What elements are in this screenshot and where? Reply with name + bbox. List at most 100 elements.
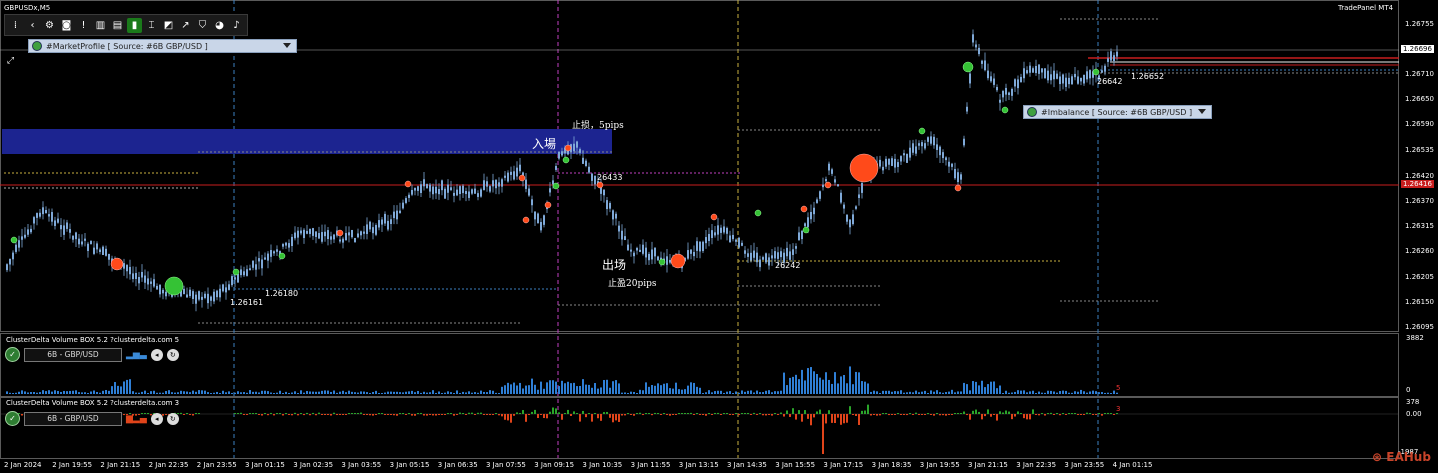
zoom-icon[interactable]: ◩ [161,18,176,33]
candle-body [165,291,167,297]
x-tick: 3 Jan 10:35 [582,461,623,469]
candle-body [825,179,827,182]
x-tick: 3 Jan 06:35 [437,461,478,469]
refresh-icon[interactable]: ↻ [166,348,179,361]
x-tick: 3 Jan 01:15 [245,461,285,469]
camera-icon[interactable]: ◙ [59,18,74,33]
candle-body [765,253,767,263]
candle-body [699,241,701,252]
x-tick: 3 Jan 13:15 [678,461,719,469]
candle-body [384,213,386,224]
candle-body [207,293,209,304]
candle-body [1029,65,1031,73]
candle-body [1113,55,1115,61]
candle-body [258,258,260,262]
candle-body [1065,77,1067,87]
volume-axis-bottom: 0 [1406,386,1411,394]
candle-body [879,159,881,167]
delta-subwindow[interactable] [0,397,1399,459]
candle-body [84,238,86,241]
trend-icon[interactable]: ↗ [178,18,193,33]
volume-subwindow[interactable] [0,333,1399,397]
candle-body [504,175,506,178]
gear-icon[interactable]: ⚙ [42,18,57,33]
candle-body [219,288,221,298]
buy-signal-dot [962,61,974,73]
current-price-tag: 1.26696 [1401,45,1434,53]
candle-body [777,252,779,259]
candle-body [987,70,989,79]
check-icon[interactable]: ✓ [5,347,20,362]
candle-body [903,153,905,156]
candle-body [1086,71,1088,80]
bell-icon[interactable]: ♪ [229,18,244,33]
candle-body [237,273,239,283]
candle-body [495,179,497,189]
grip-icon[interactable]: ⁞ [8,18,23,33]
candle-body [309,228,311,234]
candle-body [153,279,155,287]
imbalance-combo[interactable]: #Imbalance [ Source: #6B GBP/USD ] [1023,105,1212,119]
delta-subwindow-title: ClusterDelta Volume BOX 5.2 ?clusterdelt… [6,399,180,407]
candle-body [843,204,845,209]
sound-icon[interactable]: ◂ [150,348,163,361]
list-icon[interactable]: ▤ [110,18,125,33]
sell-signal-dot [110,257,124,271]
bar-chart-icon[interactable]: ▥ [93,18,108,33]
candle-body [924,143,926,149]
refresh-icon[interactable]: ↻ [166,412,179,425]
info-icon[interactable]: ! [76,18,91,33]
candle-body [1008,92,1010,96]
candle-body [1083,74,1085,84]
imbalance-label: #Imbalance [ Source: #6B GBP/USD ] [1041,107,1193,117]
candle-body [990,76,992,82]
candle-body [1074,73,1076,78]
market-profile-combo[interactable]: #MarketProfile [ Source: #6B GBP/USD ] [28,39,297,53]
check-icon[interactable]: ✓ [5,411,20,426]
candle-body [1116,51,1118,57]
candle-body [105,248,107,256]
candle-body [252,260,254,268]
candle-body [156,285,158,290]
candle-body [582,157,584,164]
expand-icon[interactable]: ⤢ [3,53,18,68]
candle-body [321,232,323,242]
candle-body [135,273,137,279]
red-line-price-tag: 1.26416 [1401,180,1434,188]
candle-body [834,179,836,183]
candle-body [342,238,344,243]
x-tick: 3 Jan 02:35 [293,461,334,469]
instrument-field[interactable]: 6B - GBP/USD [24,347,122,362]
pie-icon[interactable]: ◕ [212,18,227,33]
candle-body [378,220,380,228]
candle-body [948,161,950,167]
sound-icon[interactable]: ◂ [150,412,163,425]
x-tick: 3 Jan 11:55 [630,461,671,469]
candle-body [138,276,140,284]
instrument-field[interactable]: 6B - GBP/USD [24,411,122,426]
candle-body [798,232,800,241]
candle-body [1068,77,1070,85]
shield-icon[interactable]: ⛉ [195,18,210,33]
candle-body [750,252,752,261]
candle-body [771,255,773,259]
candle-body [525,179,527,189]
exit-label: 出场 [602,258,627,272]
candle-body [753,250,755,258]
candle-body [366,224,368,235]
candle-body [21,236,23,240]
candle-body [624,236,626,240]
green-chart-icon[interactable]: ▮ [127,17,142,33]
mini-bars-icon[interactable]: ▂▅▃ [126,350,147,360]
candle-body [819,191,821,199]
candle-body [1023,68,1025,79]
crosshair-icon[interactable]: ⌶ [144,18,159,33]
candle-body [414,188,416,191]
candle-body [810,211,812,220]
candle-body [882,166,884,171]
candle-body [99,249,101,252]
mini-bars-icon[interactable]: ▆▂▄ [126,414,147,424]
back-arrow-icon[interactable]: ‹ [25,18,40,33]
candle-body [267,253,269,261]
candle-body [831,169,833,174]
